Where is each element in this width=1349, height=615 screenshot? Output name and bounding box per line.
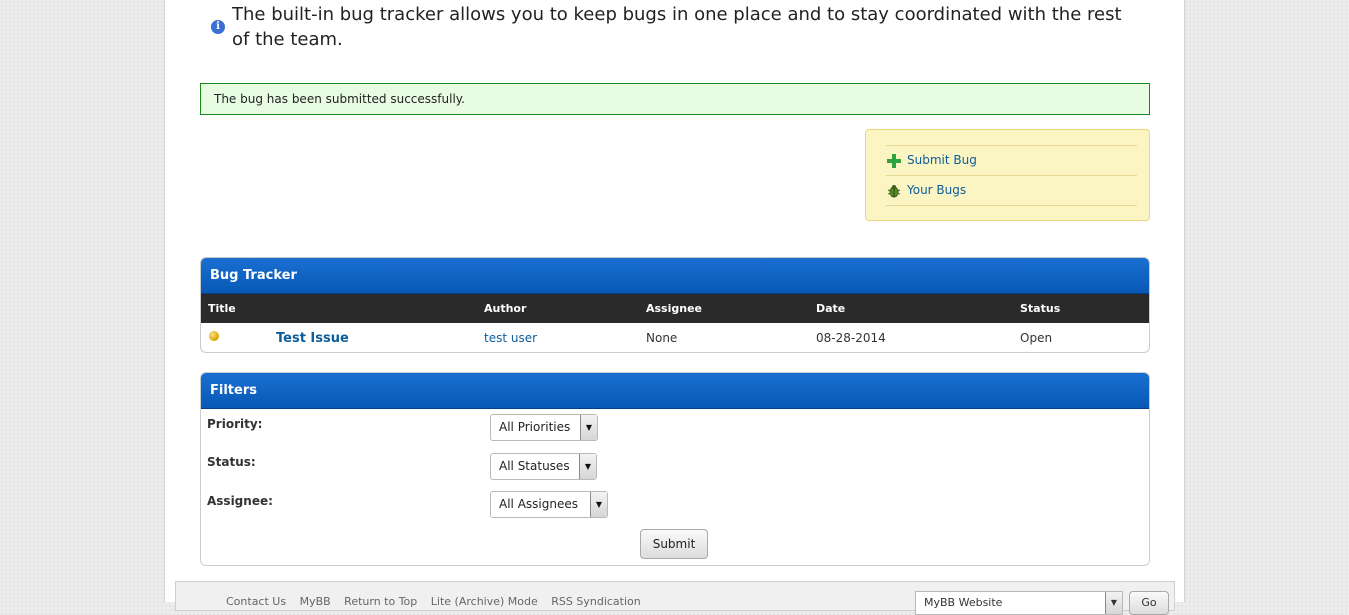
sidebox-menu: Submit Bug Your Bugs xyxy=(865,129,1150,221)
column-date: Date xyxy=(816,302,846,315)
submit-bug-link[interactable]: Submit Bug xyxy=(907,146,977,175)
main-container: i The built-in bug tracker allows you to… xyxy=(164,0,1185,615)
column-title: Title xyxy=(208,302,236,315)
filters-panel: Filters Priority: All Priorities ▼ Statu… xyxy=(200,372,1150,566)
priority-dot-icon xyxy=(209,331,219,341)
footer-bar: Contact Us MyBB Return to Top Lite (Arch… xyxy=(175,581,1175,615)
bug-assignee: None xyxy=(646,331,678,345)
status-select-value: All Statuses xyxy=(499,459,570,473)
info-icon: i xyxy=(211,20,225,34)
priority-select[interactable]: All Priorities ▼ xyxy=(490,414,598,441)
bug-tracker-title: Bug Tracker xyxy=(201,258,1149,294)
sidebox-item-submit-bug[interactable]: Submit Bug xyxy=(886,145,1137,175)
sidebox-item-your-bugs[interactable]: Your Bugs xyxy=(886,175,1137,206)
assignee-label: Assignee: xyxy=(207,494,273,508)
bug-table-header: Title Author Assignee Date Status xyxy=(201,294,1149,323)
bug-date: 08-28-2014 xyxy=(816,331,886,345)
chevron-down-icon: ▼ xyxy=(579,454,596,479)
bug-status: Open xyxy=(1020,331,1053,345)
status-select[interactable]: All Statuses ▼ xyxy=(490,453,597,480)
filters-title: Filters xyxy=(201,373,1149,409)
chevron-down-icon: ▼ xyxy=(580,415,597,440)
bug-icon xyxy=(886,183,902,199)
theme-select[interactable]: MyBB Website ▼ xyxy=(915,591,1123,615)
chevron-down-icon: ▼ xyxy=(1105,592,1122,614)
your-bugs-link[interactable]: Your Bugs xyxy=(907,176,966,205)
column-status: Status xyxy=(1020,302,1061,315)
table-row: Test Issue test user None 08-28-2014 Ope… xyxy=(201,323,1149,352)
assignee-select[interactable]: All Assignees ▼ xyxy=(490,491,608,518)
bug-tracker-panel: Bug Tracker Title Author Assignee Date S… xyxy=(200,257,1150,353)
plus-icon xyxy=(886,153,902,169)
bug-author-link[interactable]: test user xyxy=(484,331,537,345)
assignee-select-value: All Assignees xyxy=(499,497,578,511)
column-assignee: Assignee xyxy=(646,302,703,315)
priority-label: Priority: xyxy=(207,417,263,431)
go-button[interactable]: Go xyxy=(1129,591,1169,615)
bug-title-link[interactable]: Test Issue xyxy=(276,331,349,346)
success-message: The bug has been submitted successfully. xyxy=(200,83,1150,115)
chevron-down-icon: ▼ xyxy=(590,492,607,517)
submit-button[interactable]: Submit xyxy=(640,529,708,559)
theme-select-value: MyBB Website xyxy=(924,596,1003,609)
column-author: Author xyxy=(484,302,527,315)
status-label: Status: xyxy=(207,455,256,469)
priority-select-value: All Priorities xyxy=(499,420,571,434)
intro-text: The built-in bug tracker allows you to k… xyxy=(232,4,1122,50)
